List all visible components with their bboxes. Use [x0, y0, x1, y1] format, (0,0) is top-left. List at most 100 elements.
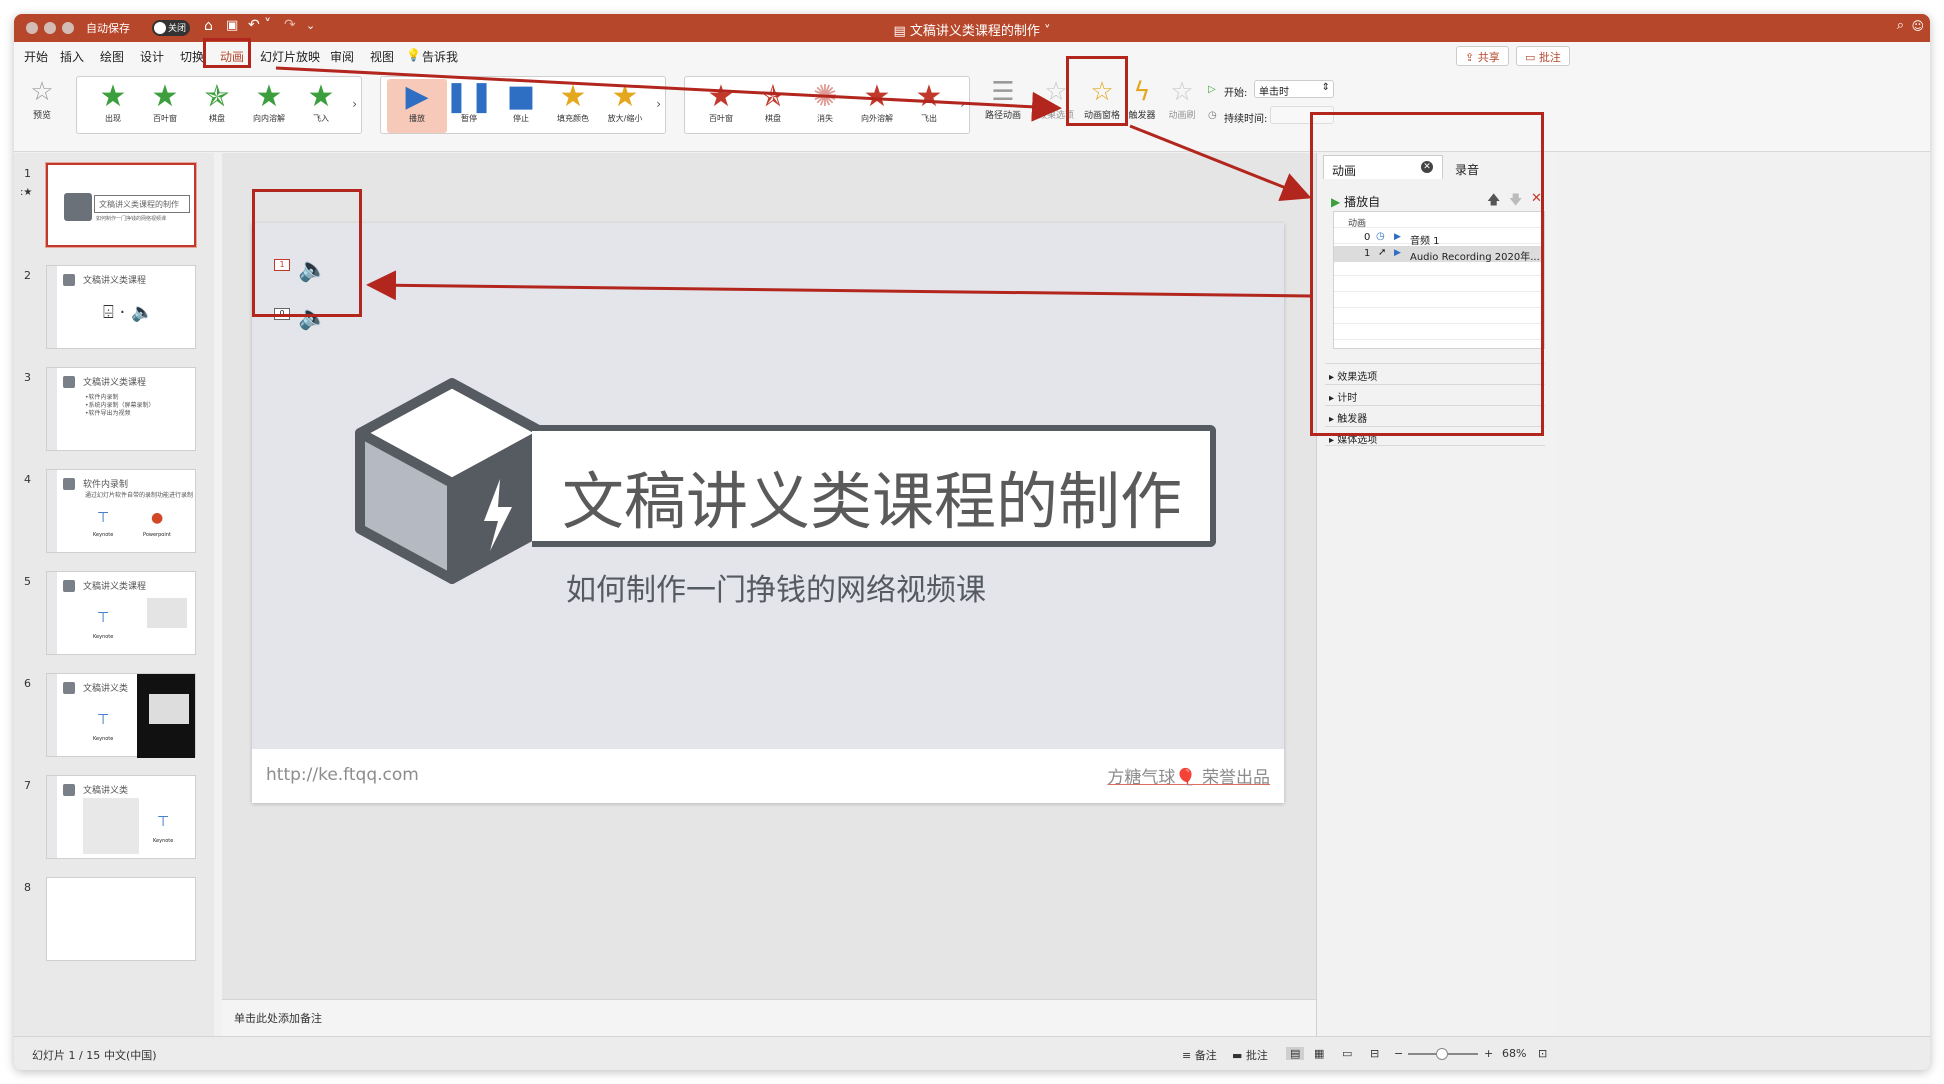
zoom-thumb[interactable] — [1436, 1048, 1448, 1060]
fit-to-window-icon[interactable]: ⊡ — [1538, 1047, 1547, 1060]
zoom-level[interactable]: 68% — [1502, 1047, 1526, 1060]
close-icon[interactable]: ✕ — [1421, 161, 1433, 173]
zoom-out-icon[interactable]: − — [1394, 1047, 1403, 1060]
effect-play[interactable]: ▶ 播放 — [387, 79, 447, 133]
tab-home[interactable]: 开始 — [24, 48, 48, 65]
effect-blinds[interactable]: ★ 百叶窗 — [135, 79, 195, 133]
title-box[interactable]: 文稿讲义类课程的制作 — [532, 425, 1216, 547]
thumb-title: 文稿讲义类课程 — [83, 582, 147, 592]
thumbnail-row[interactable]: 1 :★ 文稿讲义类课程的制作 如何制作一门挣钱的网络视频课 — [14, 159, 214, 269]
animation-pane-button[interactable]: ☆ 动画窗格 — [1082, 76, 1122, 121]
duration-input[interactable] — [1270, 106, 1334, 124]
slide-number: 4 — [24, 473, 31, 486]
effect-stop[interactable]: ■ 停止 — [491, 79, 551, 133]
slide-thumbnail-3[interactable]: 文稿讲义类课程 •软件内录制 •系统内录制（屏幕录制） •软件导出为视频 — [46, 367, 196, 451]
speaker-icon[interactable]: 🔈 — [298, 255, 328, 283]
comments-toggle[interactable]: ▬ 批注 — [1232, 1047, 1268, 1063]
tab-recording[interactable]: 录音 — [1447, 155, 1487, 179]
tab-draw[interactable]: 绘图 — [100, 48, 124, 65]
slide-thumbnail-4[interactable]: 软件内录制 通过幻灯片软件自带的录制功能进行录制 ⊤ Keynote ● Pow… — [46, 469, 196, 553]
effect-checkerboard[interactable]: ✯ 棋盘 — [187, 79, 247, 133]
tab-animations[interactable]: 动画 — [220, 48, 245, 67]
preview-button[interactable]: ☆ 预览 — [22, 76, 62, 121]
green-star-icon: ★ — [255, 79, 283, 114]
tab-insert[interactable]: 插入 — [60, 48, 84, 65]
animation-item[interactable]: 1 ➚ ▶ Audio Recording 2020年... — [1334, 246, 1544, 263]
share-button[interactable]: ⇪ 共享 — [1456, 46, 1509, 66]
thumb-title: 文稿讲义类课程 — [83, 276, 147, 286]
effect-dissolve-out[interactable]: ★ 向外溶解 — [847, 79, 907, 133]
sorter-view-icon[interactable]: ▦ — [1314, 1047, 1324, 1060]
status-bar: 幻灯片 1 / 15 中文(中国) ≡ 备注 ▬ 批注 ▤ ▦ ▭ ⊟ − + … — [14, 1036, 1930, 1070]
effect-disappear[interactable]: ✺ 消失 — [795, 79, 855, 133]
effect-fly-out[interactable]: ★ 飞出 — [899, 79, 959, 133]
thumbnail-row[interactable]: 6 文稿讲义类 ⊤ Keynote — [14, 669, 214, 779]
red-star-icon: ✯ — [760, 79, 786, 114]
green-star-icon: ★ — [307, 79, 335, 114]
animation-painter-button[interactable]: ☆ 动画刷 — [1164, 76, 1200, 121]
tab-review[interactable]: 审阅 — [330, 48, 354, 65]
section-triggers[interactable]: ▸ 触发器 — [1325, 405, 1545, 425]
animation-order-tag[interactable]: 1 — [274, 259, 290, 271]
section-effect-options[interactable]: ▸ 效果选项 — [1325, 363, 1545, 383]
notes-toggle[interactable]: ≡ 备注 — [1182, 1047, 1217, 1063]
speaker-icon[interactable]: 🔈 — [298, 303, 328, 331]
thumbnail-row[interactable]: 3 文稿讲义类课程 •软件内录制 •系统内录制（屏幕录制） •软件导出为视频 — [14, 363, 214, 473]
path-animation-button[interactable]: ☰ 路径动画 — [978, 76, 1028, 121]
zoom-slider[interactable] — [1408, 1048, 1478, 1060]
comments-button[interactable]: ▭ 批注 — [1516, 46, 1570, 66]
effect-grow-shrink[interactable]: ★ 放大/缩小 — [595, 79, 655, 133]
tab-transitions[interactable]: 切换 — [180, 48, 204, 65]
presentation-icon: ⌹ · 🔈 — [103, 302, 154, 323]
tab-design[interactable]: 设计 — [140, 48, 164, 65]
move-down-icon[interactable]: 🡇 — [1509, 191, 1522, 213]
tab-view[interactable]: 视图 — [370, 48, 394, 65]
effect-fly-in[interactable]: ★ 飞入 — [291, 79, 351, 133]
normal-view-icon[interactable]: ▤ — [1286, 1047, 1305, 1060]
thumbnail-row[interactable]: 8 — [14, 873, 214, 983]
start-select[interactable]: 单击时 ⇕ — [1254, 80, 1334, 98]
trigger-button[interactable]: ϟ 触发器 — [1124, 76, 1160, 121]
move-up-icon[interactable]: 🡅 — [1487, 191, 1500, 213]
effect-dissolve-in[interactable]: ★ 向内溶解 — [239, 79, 299, 133]
effect-blinds-exit[interactable]: ★ 百叶窗 — [691, 79, 751, 133]
zoom-in-icon[interactable]: + — [1484, 1047, 1493, 1060]
slideshow-view-icon[interactable]: ⊟ — [1370, 1047, 1379, 1060]
slide-thumbnail-1[interactable]: 文稿讲义类课程的制作 如何制作一门挣钱的网络视频课 — [46, 163, 196, 247]
animation-order-tag[interactable]: 0 — [274, 308, 290, 320]
slide-thumbnail-6[interactable]: 文稿讲义类 ⊤ Keynote — [46, 673, 196, 758]
effect-label: 飞入 — [313, 114, 329, 123]
effect-pause[interactable]: ❚❚ 暂停 — [439, 79, 499, 133]
gallery-next-icon[interactable]: › — [352, 97, 357, 111]
animation-painter-label: 动画刷 — [1168, 111, 1196, 121]
tell-me-search[interactable]: 告诉我 — [422, 48, 458, 65]
slide-thumbnail-8[interactable] — [46, 877, 196, 961]
reading-view-icon[interactable]: ▭ — [1342, 1047, 1352, 1060]
slide-canvas[interactable]: 1 🔈 0 🔈 文稿讲义类课程的制作 如何制作一门挣钱的网络视频课 http:/… — [252, 223, 1284, 803]
effect-appear[interactable]: ★ 出现 — [83, 79, 143, 133]
gallery-next-icon[interactable]: › — [960, 97, 965, 111]
thumbnail-row[interactable]: 2 文稿讲义类课程 ⌹ · 🔈 — [14, 261, 214, 371]
effect-checkerboard-exit[interactable]: ✯ 棋盘 — [743, 79, 803, 133]
thumbnail-row[interactable]: 7 文稿讲义类 ⊤ Keynote — [14, 771, 214, 881]
section-media-options[interactable]: ▸ 媒体选项 — [1325, 426, 1545, 446]
slide-thumbnail-5[interactable]: 文稿讲义类课程 ⊤ Keynote — [46, 571, 196, 655]
slide-thumbnail-2[interactable]: 文稿讲义类课程 ⌹ · 🔈 — [46, 265, 196, 349]
notes-pane[interactable]: 单击此处添加备注 — [222, 999, 1316, 1036]
delete-icon[interactable]: ✕ — [1531, 191, 1542, 206]
thumbnail-row[interactable]: 4 软件内录制 通过幻灯片软件自带的录制功能进行录制 ⊤ Keynote ● P… — [14, 465, 214, 575]
slide-thumbnail-7[interactable]: 文稿讲义类 ⊤ Keynote — [46, 775, 196, 859]
section-timing[interactable]: ▸ 计时 — [1325, 384, 1545, 404]
search-icon[interactable]: ⌕ — [1897, 18, 1904, 33]
language-indicator[interactable]: 中文(中国) — [104, 1047, 157, 1063]
tab-slideshow[interactable]: 幻灯片放映 — [260, 48, 320, 65]
animation-item[interactable]: 0 ◷ ▶ 音频 1 — [1334, 230, 1544, 247]
account-icon[interactable]: ☺ — [1911, 19, 1924, 33]
play-from-button[interactable]: ▶ 播放自 — [1331, 193, 1380, 210]
effect-options-button[interactable]: ☆ 效果选项 — [1034, 76, 1078, 121]
gallery-next-icon[interactable]: › — [656, 97, 661, 111]
effect-fill-color[interactable]: ★ 填充颜色 — [543, 79, 603, 133]
thumbnail-row[interactable]: 5 文稿讲义类课程 ⊤ Keynote — [14, 567, 214, 677]
slide-subtitle[interactable]: 如何制作一门挣钱的网络视频课 — [566, 565, 986, 609]
slide-number: 6 — [24, 677, 31, 690]
